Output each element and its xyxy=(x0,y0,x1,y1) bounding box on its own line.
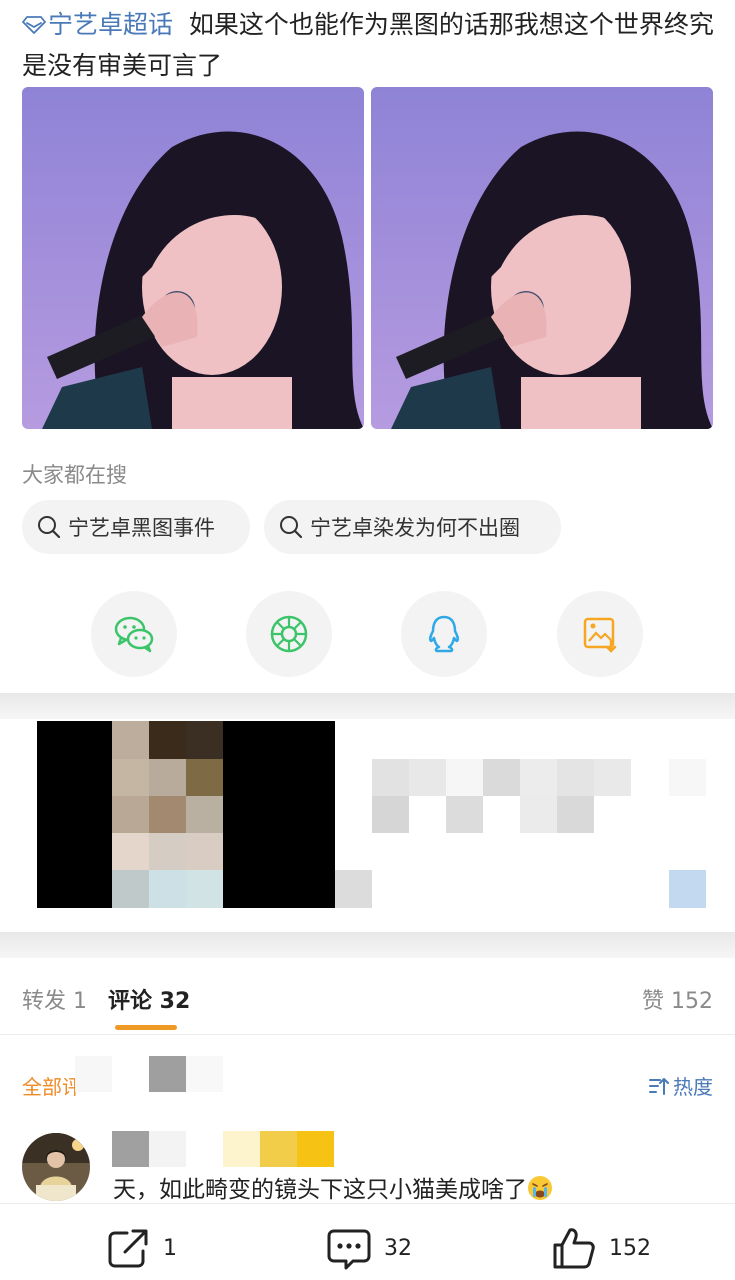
search-icon xyxy=(38,516,61,539)
repost-count: 1 xyxy=(163,1235,177,1261)
section-divider xyxy=(0,693,735,719)
pixel-block xyxy=(483,759,520,796)
pixel-block xyxy=(520,796,557,833)
comment-body: 天，如此畸变的镜头下这只小猫美成啥了 xyxy=(113,1177,527,1203)
pixel-block xyxy=(297,1131,334,1167)
search-chip[interactable]: 宁艺卓染发为何不出圈 xyxy=(264,500,561,554)
pixel-block xyxy=(186,796,223,833)
pixel-block xyxy=(186,759,223,796)
pixel-block xyxy=(520,759,557,796)
pixel-block xyxy=(186,833,223,870)
diamond-icon xyxy=(22,16,46,34)
pixel-block xyxy=(372,796,409,833)
pixel-block xyxy=(594,759,631,796)
pixel-block xyxy=(149,870,186,908)
pixel-block xyxy=(186,721,223,759)
pixel-block xyxy=(149,833,186,870)
search-chip-label: 宁艺卓黑图事件 xyxy=(68,516,215,540)
topic-link[interactable]: 宁艺卓超话 xyxy=(22,10,173,39)
share-wechat-button[interactable] xyxy=(91,591,177,677)
crying-emoji-icon xyxy=(528,1176,552,1200)
post-text: 宁艺卓超话 如果这个也能作为黑图的话那我想这个世界终究是没有审美可言了 xyxy=(22,4,717,86)
pixel-block xyxy=(446,759,483,796)
like-count: 152 xyxy=(609,1235,651,1261)
active-tab-indicator xyxy=(115,1025,177,1030)
pixel-block xyxy=(669,759,706,796)
sort-icon xyxy=(649,1077,669,1095)
wechat-icon xyxy=(114,616,154,653)
trending-search-heading: 大家都在搜 xyxy=(22,463,127,487)
pixel-block xyxy=(149,796,186,833)
pixel-block xyxy=(112,721,149,759)
topic-label[interactable]: 宁艺卓超话 xyxy=(48,10,173,39)
pixel-block xyxy=(37,721,112,908)
pixel-block xyxy=(149,759,186,796)
divider xyxy=(0,1034,735,1035)
avatar[interactable] xyxy=(22,1133,90,1201)
pixel-block xyxy=(112,796,149,833)
comment-icon xyxy=(327,1229,371,1270)
share-moments-button[interactable] xyxy=(246,591,332,677)
pixel-block xyxy=(112,1131,149,1167)
post-image-2[interactable] xyxy=(371,87,713,429)
pixel-block xyxy=(335,870,372,908)
save-image-button[interactable] xyxy=(557,591,643,677)
sort-by-hot[interactable]: 热度 xyxy=(647,1071,713,1100)
search-chip[interactable]: 宁艺卓黑图事件 xyxy=(22,500,250,554)
pixel-block xyxy=(149,1056,186,1092)
moments-icon xyxy=(270,615,308,653)
pixel-block xyxy=(557,796,594,833)
repost-button[interactable]: 1 xyxy=(105,1225,177,1271)
repost-icon xyxy=(108,1229,148,1268)
post-detail-page: 宁艺卓超话 如果这个也能作为黑图的话那我想这个世界终究是没有审美可言了 大家都在… xyxy=(0,0,735,1280)
pixel-block xyxy=(372,759,409,796)
save-image-icon xyxy=(583,617,617,653)
pixel-block xyxy=(669,870,706,908)
pixel-block xyxy=(186,1056,223,1092)
comment-count: 32 xyxy=(384,1235,412,1261)
pixel-block xyxy=(149,1131,186,1167)
pixel-block xyxy=(75,1056,112,1092)
post-image-1[interactable] xyxy=(22,87,364,429)
like-button[interactable]: 152 xyxy=(551,1225,651,1271)
pixel-block xyxy=(409,759,446,796)
pixel-block xyxy=(112,870,149,908)
pixel-block xyxy=(223,1131,260,1167)
tab-repost[interactable]: 转发 1 xyxy=(22,983,87,1015)
search-chip-label: 宁艺卓染发为何不出圈 xyxy=(310,516,520,540)
tab-comment[interactable]: 评论 32 xyxy=(108,983,190,1015)
search-icon xyxy=(280,516,303,539)
pixel-block xyxy=(260,1131,297,1167)
pixel-block xyxy=(149,721,186,759)
share-qq-button[interactable] xyxy=(401,591,487,677)
pixel-block xyxy=(112,759,149,796)
sort-label: 热度 xyxy=(673,1075,713,1099)
tab-like[interactable]: 赞 152 xyxy=(642,983,713,1015)
pixel-block xyxy=(557,759,594,796)
qq-icon xyxy=(428,615,460,653)
pixel-block xyxy=(223,721,335,908)
pixel-block xyxy=(112,833,149,870)
thumbs-up-icon xyxy=(553,1228,595,1269)
comment-text: 天，如此畸变的镜头下这只小猫美成啥了 xyxy=(113,1170,553,1204)
pixel-block xyxy=(186,870,223,908)
comment-filter-all[interactable]: 全部评 xyxy=(22,1071,82,1100)
pixel-block xyxy=(446,796,483,833)
comment-button[interactable]: 32 xyxy=(326,1225,412,1271)
section-divider xyxy=(0,932,735,958)
